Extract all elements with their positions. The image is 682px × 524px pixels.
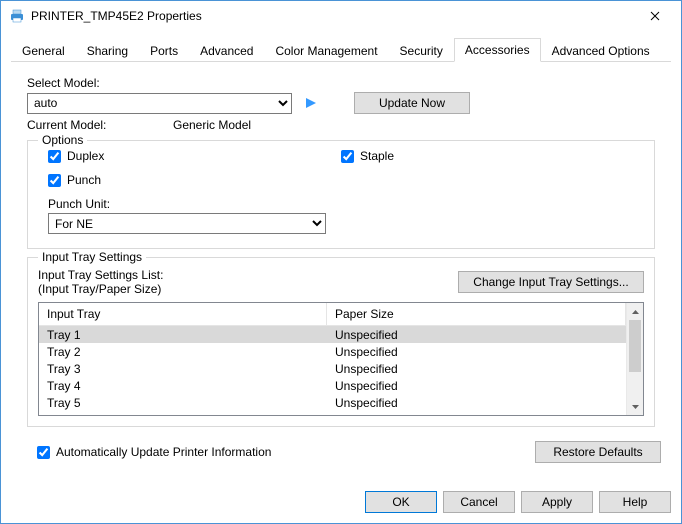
scroll-up-icon[interactable]	[627, 303, 643, 320]
select-model-dropdown[interactable]: auto	[27, 93, 292, 114]
table-row[interactable]: Tray 1Unspecified	[39, 326, 626, 343]
table-row[interactable]: Tray 4Unspecified	[39, 377, 626, 394]
titlebar: PRINTER_TMP45E2 Properties	[1, 1, 681, 31]
duplex-label: Duplex	[67, 149, 104, 163]
size-cell: Unspecified	[327, 379, 626, 393]
tab-sharing[interactable]: Sharing	[76, 39, 139, 62]
restore-defaults-button[interactable]: Restore Defaults	[535, 441, 661, 463]
table-header: Input Tray Paper Size	[39, 303, 626, 326]
tab-security[interactable]: Security	[389, 39, 454, 62]
input-tray-fieldset: Input Tray Settings Input Tray Settings …	[27, 257, 655, 427]
printer-icon	[9, 8, 25, 24]
tab-color-management[interactable]: Color Management	[264, 39, 388, 62]
duplex-checkbox[interactable]: Duplex	[48, 149, 341, 163]
play-icon[interactable]	[306, 98, 316, 108]
tab-body-accessories: Select Model: auto Update Now Current Mo…	[11, 62, 671, 433]
properties-window: PRINTER_TMP45E2 Properties General Shari…	[0, 0, 682, 524]
options-fieldset: Options Duplex Staple Punch	[27, 140, 655, 249]
tray-cell: Tray 5	[39, 396, 327, 410]
window-title: PRINTER_TMP45E2 Properties	[31, 9, 633, 23]
table-row[interactable]: Tray 5Unspecified	[39, 394, 626, 411]
duplex-input[interactable]	[48, 150, 61, 163]
size-cell: Unspecified	[327, 362, 626, 376]
change-input-tray-button[interactable]: Change Input Tray Settings...	[458, 271, 644, 293]
size-cell: Unspecified	[327, 396, 626, 410]
staple-checkbox[interactable]: Staple	[341, 149, 634, 163]
tray-cell: Tray 3	[39, 362, 327, 376]
staple-input[interactable]	[341, 150, 354, 163]
tray-cell: Tray 1	[39, 328, 327, 342]
punch-checkbox[interactable]: Punch	[48, 173, 341, 187]
table-row[interactable]: Tray 2Unspecified	[39, 343, 626, 360]
ok-button[interactable]: OK	[365, 491, 437, 513]
auto-update-input[interactable]	[37, 446, 50, 459]
scroll-track[interactable]	[627, 320, 643, 398]
input-tray-legend: Input Tray Settings	[38, 250, 146, 264]
col-paper-size[interactable]: Paper Size	[327, 303, 626, 325]
auto-update-checkbox[interactable]: Automatically Update Printer Information	[37, 445, 271, 459]
staple-label: Staple	[360, 149, 394, 163]
current-model-value: Generic Model	[173, 118, 251, 132]
close-button[interactable]	[633, 2, 677, 30]
tab-advanced[interactable]: Advanced	[189, 39, 264, 62]
table-row[interactable]: Tray 3Unspecified	[39, 360, 626, 377]
input-tray-table: Input Tray Paper Size Tray 1UnspecifiedT…	[38, 302, 644, 416]
size-cell: Unspecified	[327, 345, 626, 359]
options-legend: Options	[38, 133, 87, 147]
punch-label: Punch	[67, 173, 101, 187]
input-tray-list-sub: (Input Tray/Paper Size)	[38, 282, 163, 296]
dialog-buttons: OK Cancel Apply Help	[365, 491, 671, 513]
apply-button[interactable]: Apply	[521, 491, 593, 513]
tab-accessories[interactable]: Accessories	[454, 38, 541, 62]
table-body: Tray 1UnspecifiedTray 2UnspecifiedTray 3…	[39, 326, 626, 411]
punch-unit-label: Punch Unit:	[48, 197, 634, 211]
punch-input[interactable]	[48, 174, 61, 187]
content-area: General Sharing Ports Advanced Color Man…	[1, 31, 681, 463]
size-cell: Unspecified	[327, 328, 626, 342]
scroll-thumb[interactable]	[629, 320, 641, 372]
input-tray-list-label: Input Tray Settings List:	[38, 268, 163, 282]
tab-strip: General Sharing Ports Advanced Color Man…	[11, 37, 671, 62]
auto-update-label: Automatically Update Printer Information	[56, 445, 271, 459]
tray-cell: Tray 4	[39, 379, 327, 393]
tab-advanced-options[interactable]: Advanced Options	[541, 39, 661, 62]
select-model-label: Select Model:	[27, 76, 655, 90]
help-button[interactable]: Help	[599, 491, 671, 513]
tray-cell: Tray 2	[39, 345, 327, 359]
punch-unit-dropdown[interactable]: For NE	[48, 213, 326, 234]
cancel-button[interactable]: Cancel	[443, 491, 515, 513]
scrollbar[interactable]	[626, 303, 643, 415]
tab-ports[interactable]: Ports	[139, 39, 189, 62]
current-model-label: Current Model:	[27, 118, 173, 132]
update-now-button[interactable]: Update Now	[354, 92, 470, 114]
scroll-down-icon[interactable]	[627, 398, 643, 415]
col-input-tray[interactable]: Input Tray	[39, 303, 327, 325]
tab-general[interactable]: General	[11, 39, 76, 62]
